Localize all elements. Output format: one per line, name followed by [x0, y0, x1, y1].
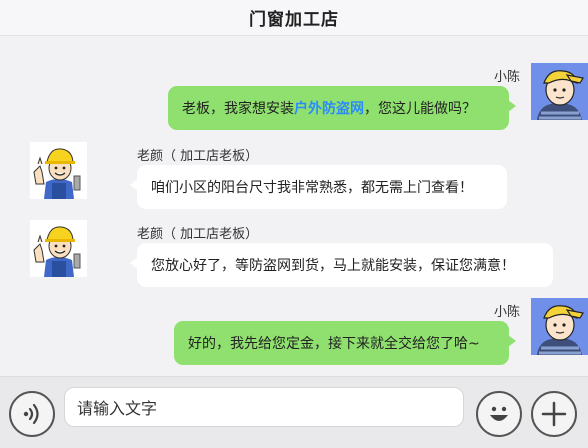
message-bubble[interactable]: 咱们小区的阳台尺寸我非常熟悉，都无需上门查看！: [130, 165, 507, 209]
sender-name: 老颜（ 加工店老板）: [137, 227, 259, 242]
voice-icon: [23, 403, 39, 425]
avatar-laoyan[interactable]: [30, 220, 87, 277]
input-placeholder: 请输入文字: [77, 399, 158, 418]
input-bar: 请输入文字: [0, 376, 588, 448]
chat-title: 门窗加工店: [249, 10, 339, 30]
message-bubble[interactable]: 好的，我先给您定金，接下来就全交给您了哈~: [174, 321, 516, 365]
avatar-xiaochen[interactable]: [531, 298, 588, 355]
message-bubble[interactable]: 老板，我家想安装 户外防盗网 ，您这儿能做吗？: [168, 86, 516, 130]
avatar-laoyan[interactable]: [30, 142, 87, 199]
emoji-icon: [490, 406, 508, 421]
sender-name: 小陈: [493, 70, 520, 85]
chat-header: 门窗加工店: [0, 0, 588, 36]
sender-name: 小陈: [493, 305, 520, 320]
emoji-button[interactable]: [476, 391, 522, 437]
message-input[interactable]: 请输入文字: [64, 387, 464, 427]
sender-name: 老颜（ 加工店老板）: [137, 149, 259, 164]
voice-button[interactable]: [9, 391, 55, 437]
message-bubble[interactable]: 您放心好了，等防盗网到货，马上就能安装，保证您满意！: [130, 243, 553, 287]
plus-icon: [541, 401, 567, 427]
avatar-xiaochen[interactable]: [531, 63, 588, 120]
more-button[interactable]: [531, 391, 577, 437]
highlight-text: 户外防盗网: [294, 101, 364, 117]
